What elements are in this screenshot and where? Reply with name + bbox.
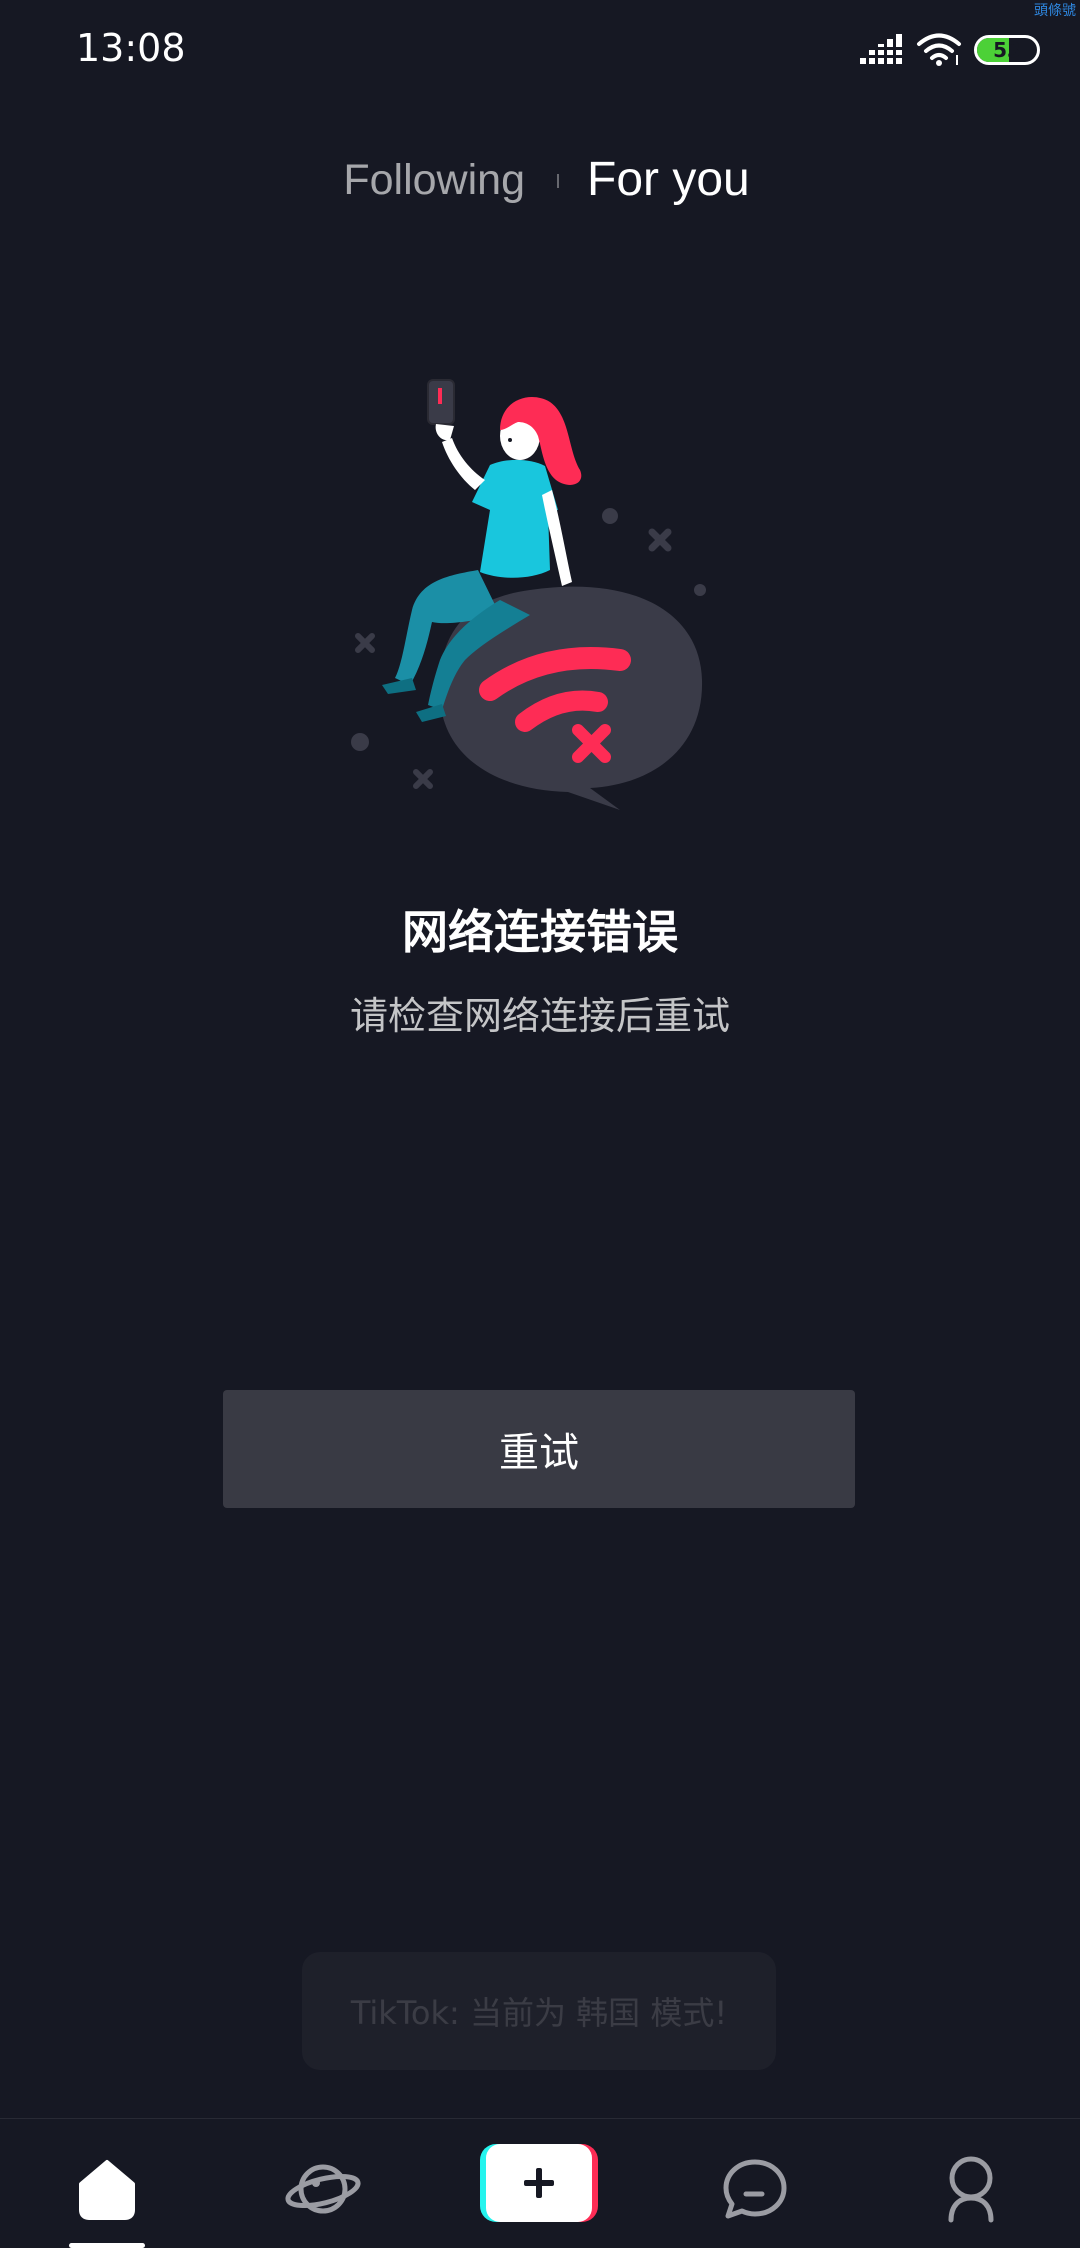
nav-home[interactable]: [62, 2149, 152, 2229]
girl-arm-raised: [442, 438, 485, 490]
person-icon: [948, 2156, 994, 2223]
decor-cross: [355, 633, 375, 653]
decor-cross: [648, 528, 672, 552]
nav-inbox[interactable]: [710, 2149, 800, 2229]
top-tabs: Following For you: [0, 148, 1080, 212]
girl-shoe: [416, 704, 446, 722]
tab-divider: [557, 174, 559, 188]
battery-icon: 53: [974, 35, 1040, 65]
wifi-icon: [917, 33, 961, 66]
toast-message: TikTok: 当前为 韩国 模式!: [302, 1952, 776, 2070]
nav-profile[interactable]: [926, 2149, 1016, 2229]
battery-level: 53: [993, 38, 1021, 62]
message-bubble-icon: [723, 2159, 787, 2219]
girl-shirt: [472, 459, 558, 578]
error-subtitle: 请检查网络连接后重试: [349, 994, 730, 1038]
retry-button[interactable]: 重试: [223, 1390, 855, 1508]
bottom-nav: [0, 2118, 1080, 2248]
create-button-face: [486, 2144, 592, 2222]
signal-icon: [860, 34, 902, 64]
tab-following[interactable]: Following: [343, 148, 525, 212]
home-active-indicator: [69, 2243, 145, 2248]
girl-hand: [435, 424, 454, 441]
status-icons: 53: [860, 26, 1040, 74]
create-button[interactable]: [480, 2144, 598, 2224]
girl-shoe: [382, 678, 416, 694]
decor-cross: [413, 769, 433, 789]
status-bar: 13:08 53 頭條號: [0, 0, 1080, 100]
decor-dot: [694, 584, 706, 596]
tab-for-you[interactable]: For you: [587, 148, 750, 212]
status-time: 13:08: [76, 26, 186, 70]
nav-discover[interactable]: [278, 2149, 368, 2229]
home-icon: [79, 2160, 135, 2220]
planet-icon: [285, 2164, 361, 2214]
no-network-illustration: [351, 379, 706, 810]
error-title: 网络连接错误: [402, 905, 678, 959]
decor-dot: [351, 733, 369, 751]
decor-dot: [602, 508, 618, 524]
watermark: 頭條號: [1034, 3, 1076, 19]
plus-icon: [524, 2168, 554, 2198]
